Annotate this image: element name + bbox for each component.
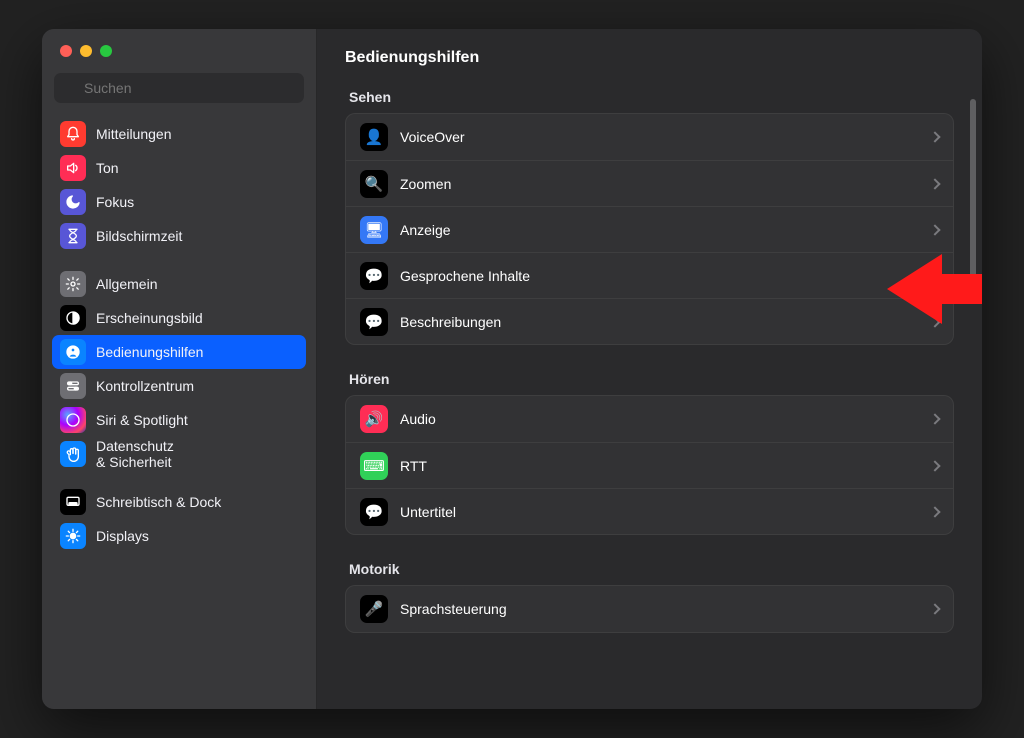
siri-icon [60,407,86,433]
sidebar-nav: Mitteilungen Ton Fokus Bildschirmzeit Allgem… [42,111,316,709]
search-input[interactable] [54,73,304,103]
sidebar-item-mitteilungen[interactable]: Mitteilungen [52,117,306,151]
sidebar-item-label: Datenschutz& Sicherheit [96,438,174,470]
row-label: Sprachsteuerung [400,601,919,617]
row-icon: 💬 [360,262,388,290]
gear-icon [60,271,86,297]
zoom-icon[interactable] [100,45,112,57]
row-zoomen[interactable]: 🔍 Zoomen [346,160,953,206]
sidebar-item-label: Kontrollzentrum [96,378,194,394]
sidebar-item-label: Mitteilungen [96,126,172,142]
sidebar-item-label: Fokus [96,194,134,210]
bell-icon [60,121,86,147]
row-label: Beschreibungen [400,314,919,330]
chevron-right-icon [929,270,940,281]
sun-icon [60,523,86,549]
sidebar-item-allgemein[interactable]: Allgemein [52,267,306,301]
sidebar-item-datenschutz-sicherheit[interactable]: Datenschutz& Sicherheit [52,437,306,471]
row-label: VoiceOver [400,129,919,145]
row-icon: 🎤 [360,595,388,623]
row-icon: 👤 [360,123,388,151]
sidebar-item-label: Bildschirmzeit [96,228,182,244]
row-voiceover[interactable]: 👤 VoiceOver [346,114,953,160]
sidebar-item-bedienungshilfen[interactable]: Bedienungshilfen [52,335,306,369]
sidebar-item-label: Erscheinungsbild [96,310,203,326]
chevron-right-icon [929,316,940,327]
row-gesprochene-inhalte[interactable]: 💬 Gesprochene Inhalte [346,252,953,298]
sidebar-item-bildschirmzeit[interactable]: Bildschirmzeit [52,219,306,253]
sidebar-item-label: Bedienungshilfen [96,344,203,360]
sidebar-item-label: Ton [96,160,119,176]
chevron-right-icon [929,460,940,471]
chevron-right-icon [929,224,940,235]
row-beschreibungen[interactable]: 💬 Beschreibungen [346,298,953,344]
page-title: Bedienungshilfen [345,49,954,67]
row-icon: 💬 [360,498,388,526]
dock-icon [60,489,86,515]
chevron-right-icon [929,506,940,517]
window-controls [42,29,316,73]
sidebar: Mitteilungen Ton Fokus Bildschirmzeit Allgem… [42,29,317,709]
sidebar-item-erscheinungsbild[interactable]: Erscheinungsbild [52,301,306,335]
row-icon: 🖥 [360,216,388,244]
hourglass-icon [60,223,86,249]
sidebar-item-label: Displays [96,528,149,544]
row-label: Audio [400,411,919,427]
settings-window: Mitteilungen Ton Fokus Bildschirmzeit Allgem… [42,29,982,709]
speaker-icon [60,155,86,181]
row-untertitel[interactable]: 💬 Untertitel [346,488,953,534]
row-icon: 💬 [360,308,388,336]
contrast-icon [60,305,86,331]
sidebar-item-siri-spotlight[interactable]: Siri & Spotlight [52,403,306,437]
row-label: Zoomen [400,176,919,192]
hand-icon [60,441,86,467]
row-sprachsteuerung[interactable]: 🎤 Sprachsteuerung [346,586,953,632]
section-heading: Sehen [349,89,950,105]
row-label: Anzeige [400,222,919,238]
sidebar-item-schreibtisch-dock[interactable]: Schreibtisch & Dock [52,485,306,519]
scrollbar[interactable] [970,99,976,299]
switches-icon [60,373,86,399]
chevron-right-icon [929,413,940,424]
section-list: 🎤 Sprachsteuerung [345,585,954,633]
row-icon: ⌨ [360,452,388,480]
sidebar-item-displays[interactable]: Displays [52,519,306,553]
sidebar-item-ton[interactable]: Ton [52,151,306,185]
sidebar-item-kontrollzentrum[interactable]: Kontrollzentrum [52,369,306,403]
row-anzeige[interactable]: 🖥 Anzeige [346,206,953,252]
sidebar-item-label: Schreibtisch & Dock [96,494,221,510]
minimize-icon[interactable] [80,45,92,57]
section-list: 🔊 Audio ⌨ RTT 💬 Untertitel [345,395,954,535]
row-icon: 🔍 [360,170,388,198]
chevron-right-icon [929,131,940,142]
sidebar-item-label: Siri & Spotlight [96,412,188,428]
row-audio[interactable]: 🔊 Audio [346,396,953,442]
section-heading: Motorik [349,561,950,577]
close-icon[interactable] [60,45,72,57]
row-label: RTT [400,458,919,474]
row-icon: 🔊 [360,405,388,433]
person-icon [60,339,86,365]
row-label: Untertitel [400,504,919,520]
content-pane: Bedienungshilfen Sehen 👤 VoiceOver 🔍 Zoomen 🖥… [317,29,982,709]
chevron-right-icon [929,178,940,189]
sidebar-item-fokus[interactable]: Fokus [52,185,306,219]
row-rtt[interactable]: ⌨ RTT [346,442,953,488]
chevron-right-icon [929,603,940,614]
sidebar-item-label: Allgemein [96,276,157,292]
moon-icon [60,189,86,215]
row-label: Gesprochene Inhalte [400,268,919,284]
section-heading: Hören [349,371,950,387]
section-list: 👤 VoiceOver 🔍 Zoomen 🖥 Anzeige 💬 Gesprochene In… [345,113,954,345]
